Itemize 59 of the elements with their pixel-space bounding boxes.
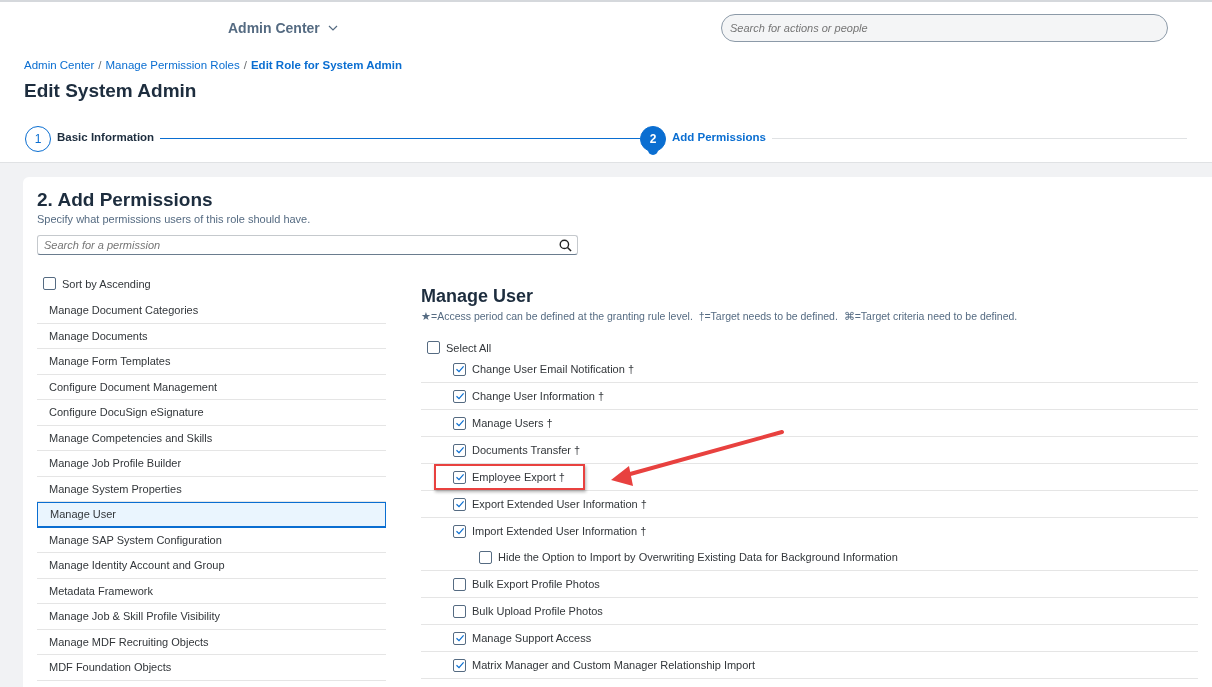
checkbox-label: Documents Transfer † bbox=[472, 444, 581, 456]
category-item[interactable]: Manage MDF Recruiting Objects bbox=[37, 629, 386, 655]
checkbox[interactable] bbox=[453, 362, 466, 376]
checkbox[interactable] bbox=[453, 524, 466, 538]
checkbox-label: Bulk Upload Profile Photos bbox=[472, 605, 603, 617]
category-item[interactable]: Manage Identity Account and Group bbox=[37, 553, 386, 579]
checkbox[interactable] bbox=[453, 443, 466, 457]
checkbox[interactable] bbox=[453, 631, 466, 645]
checkbox[interactable] bbox=[453, 470, 466, 484]
checkbox-label: Manage Support Access bbox=[472, 632, 592, 644]
breadcrumb-link[interactable]: Admin Center bbox=[24, 59, 95, 71]
search-field[interactable]: Search for actions or people bbox=[721, 14, 1168, 42]
category-item[interactable]: Manage Competencies and Skills bbox=[37, 425, 386, 451]
checkbox-label: Change User Information † bbox=[472, 390, 605, 402]
breadcrumb-link[interactable]: Manage Permission Roles bbox=[105, 59, 240, 71]
checkbox-label: Select All bbox=[446, 341, 492, 354]
category-item[interactable]: Manage Documents bbox=[37, 323, 386, 349]
wizard-step[interactable]: 2 Add Permissions bbox=[640, 126, 1187, 162]
checkbox[interactable] bbox=[453, 497, 466, 511]
wizard-step[interactable]: 1 Basic Information bbox=[25, 126, 640, 162]
legend-text: ★=Access period can be defined at the granting rule level. †=Target needs to be defined. ⌘=Target criteria need to be defined. bbox=[421, 310, 1019, 322]
section-title: 2. Add Permissions bbox=[37, 189, 214, 211]
checkbox[interactable] bbox=[427, 341, 440, 354]
checkbox[interactable] bbox=[453, 604, 466, 618]
category-item[interactable]: Manage Form Templates bbox=[37, 349, 386, 375]
checkbox[interactable] bbox=[43, 277, 56, 290]
category-item[interactable]: Manage SAP System Configuration bbox=[37, 527, 386, 553]
category-item[interactable]: Manage Document Categories bbox=[37, 298, 386, 324]
category-title: Manage User bbox=[421, 286, 535, 307]
page-title: Edit System Admin bbox=[24, 80, 198, 102]
search-icon[interactable] bbox=[559, 239, 572, 252]
section-subtitle: Specify what permissions users of this role should have. bbox=[37, 213, 312, 225]
app-title[interactable]: Admin Center bbox=[228, 20, 320, 36]
checkbox[interactable] bbox=[453, 416, 466, 430]
checkbox-label: Matrix Manager and Custom Manager Relationship Import bbox=[472, 659, 756, 671]
category-item[interactable]: MDF Foundation Objects bbox=[37, 655, 386, 681]
checkbox[interactable] bbox=[453, 389, 466, 403]
checkbox-label: Change User Email Notification † bbox=[472, 363, 635, 375]
checkbox[interactable] bbox=[479, 550, 492, 564]
checkbox-label: Employee Export † bbox=[472, 471, 565, 483]
breadcrumb-separator: / bbox=[243, 59, 247, 71]
category-item[interactable]: Manage User bbox=[37, 502, 386, 528]
category-item[interactable]: Metadata Framework bbox=[37, 578, 386, 604]
category-item[interactable]: Configure Document Management bbox=[37, 374, 386, 400]
breadcrumb-separator: / bbox=[98, 59, 102, 71]
checkbox-label: Bulk Export Profile Photos bbox=[472, 578, 600, 590]
checkbox[interactable] bbox=[453, 577, 466, 591]
checkbox[interactable] bbox=[453, 658, 466, 672]
checkbox-label: Sort by Ascending bbox=[62, 277, 151, 290]
breadcrumb-link[interactable]: Edit Role for System Admin bbox=[250, 59, 402, 71]
checkbox-label: Manage Users † bbox=[472, 417, 553, 429]
checkbox-label: Import Extended User Information † bbox=[472, 525, 647, 537]
checkbox-label: Hide the Option to Import by Overwriting Existing Data for Background Information bbox=[498, 551, 898, 563]
category-item[interactable]: Configure DocuSign eSignature bbox=[37, 400, 386, 426]
checkbox-label: Export Extended User Information † bbox=[472, 498, 647, 510]
category-item[interactable]: Manage Job & Skill Profile Visibility bbox=[37, 604, 386, 630]
chevron-down-icon[interactable] bbox=[327, 25, 338, 31]
category-item[interactable]: Manage Job Profile Builder bbox=[37, 451, 386, 477]
permission-search-field[interactable]: Search for a permission bbox=[37, 235, 578, 255]
